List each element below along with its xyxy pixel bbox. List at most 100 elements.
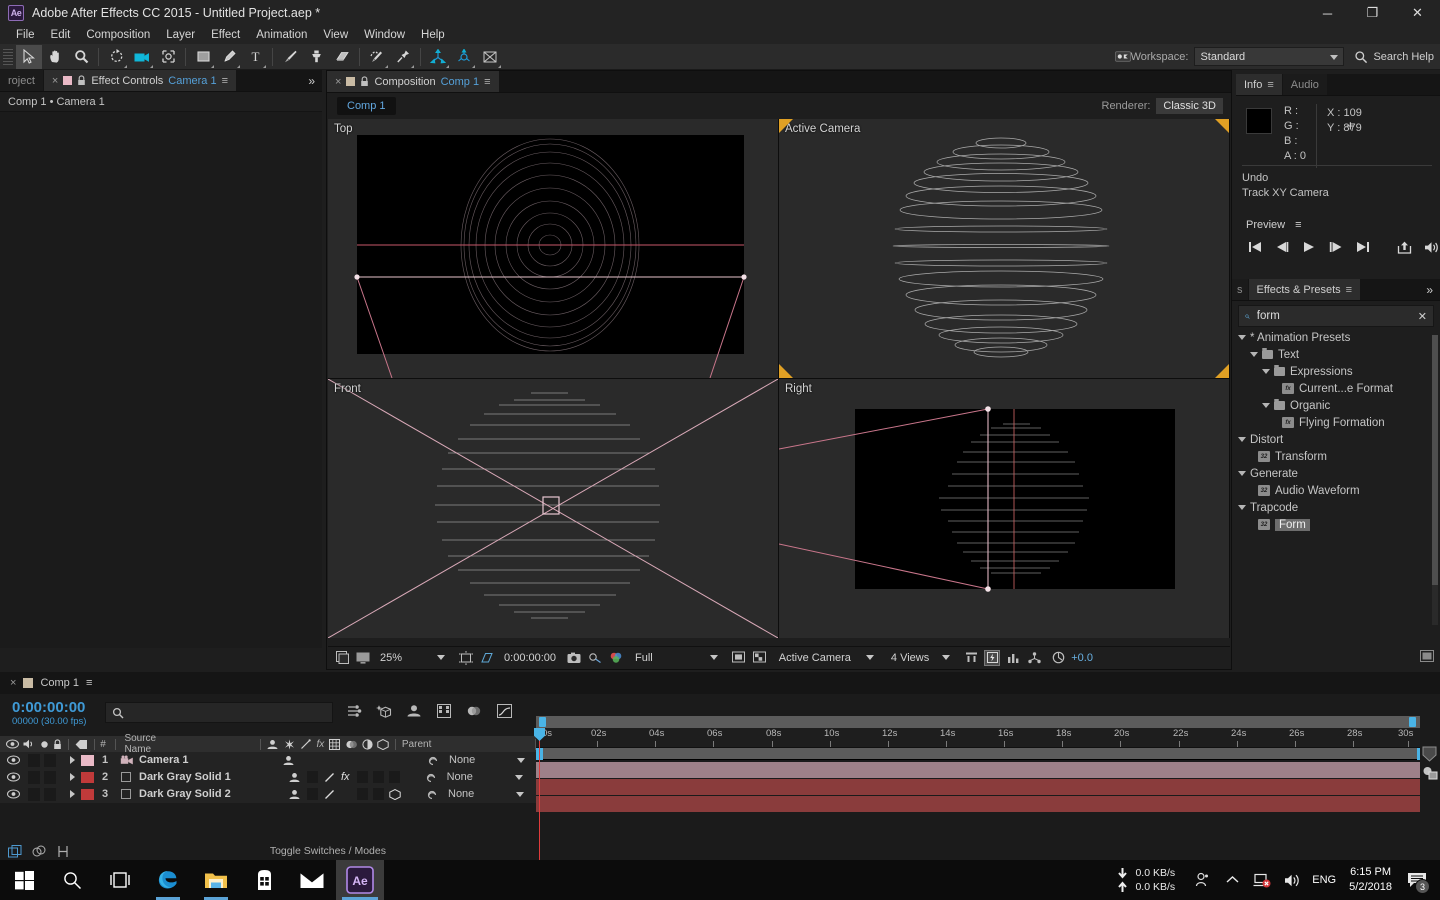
menu-layer[interactable]: Layer (158, 28, 203, 42)
parent-chevron-down-icon[interactable] (514, 774, 523, 780)
view-layout-value[interactable]: Active Camera (779, 652, 851, 664)
timeline-timecode[interactable]: 0:00:00:00 (12, 699, 86, 716)
clear-search-icon[interactable]: ✕ (1418, 310, 1427, 323)
tab-timeline-label[interactable]: Comp 1 (40, 677, 79, 689)
monitor-icon[interactable] (355, 650, 371, 666)
resolution-chevron-down-icon[interactable] (709, 655, 718, 660)
pen-tool[interactable] (216, 45, 242, 69)
enable-motion-blur-icon[interactable] (465, 702, 483, 720)
3d-layer-cell[interactable] (389, 788, 401, 800)
transparency-grid-icon[interactable] (752, 650, 768, 666)
workspace-select[interactable]: Standard (1194, 47, 1345, 66)
layer-color-swatch[interactable] (81, 754, 94, 766)
unified-camera-tool[interactable] (425, 45, 451, 69)
layer-bar-camera-1[interactable] (536, 762, 1420, 779)
language-indicator[interactable]: ENG (1307, 860, 1341, 900)
frame-blend-cell[interactable] (356, 771, 368, 783)
tree-row-flying-formation[interactable]: fx Flying Formation (1232, 414, 1440, 431)
file-explorer[interactable] (192, 860, 240, 900)
hand-tool[interactable] (42, 45, 68, 69)
brush-tool[interactable] (277, 45, 303, 69)
views-count-value[interactable]: 4 Views (891, 652, 929, 664)
effects-scrollbar[interactable] (1432, 335, 1438, 625)
menu-help[interactable]: Help (413, 28, 453, 42)
after-effects-app[interactable]: Ae (336, 860, 384, 900)
motion-blur-footer-icon[interactable] (32, 845, 46, 858)
shape-tool[interactable] (190, 45, 216, 69)
mask-path-icon[interactable] (479, 650, 495, 666)
tree-row-text[interactable]: Text (1232, 346, 1440, 363)
exposure-value[interactable]: +0.0 (1071, 652, 1093, 664)
column-header-parent[interactable]: Parent (402, 739, 431, 750)
fx-cell[interactable]: fx (341, 771, 350, 783)
comp-marker-icon[interactable] (1422, 746, 1437, 762)
microsoft-store[interactable] (240, 860, 288, 900)
always-preview-icon[interactable] (334, 650, 350, 666)
motion-blur-cell[interactable] (372, 771, 384, 783)
frame-blend-cell[interactable] (357, 788, 368, 800)
menu-file[interactable]: File (8, 28, 43, 42)
tab-project[interactable]: roject (0, 70, 44, 91)
expand-triangle-icon[interactable] (70, 790, 75, 798)
table-row[interactable]: 1 Camera 1 None (0, 752, 536, 769)
orbit-camera-tool[interactable] (451, 45, 477, 69)
render-queue-icon[interactable] (1422, 766, 1438, 781)
exposure-reset-icon[interactable] (1050, 650, 1066, 666)
quality-cell[interactable] (324, 789, 335, 800)
parent-value[interactable]: None (448, 788, 516, 800)
current-time-indicator[interactable] (534, 728, 545, 860)
panel-menu-icon[interactable]: ≡ (86, 677, 92, 689)
people-icon[interactable] (1187, 860, 1217, 900)
renderer-value[interactable]: Classic 3D (1156, 98, 1223, 114)
workspace-toggle-icon[interactable] (1114, 49, 1131, 65)
menu-edit[interactable]: Edit (43, 28, 79, 42)
eraser-tool[interactable] (329, 45, 355, 69)
type-tool[interactable]: T (242, 45, 268, 69)
panel-menu-icon[interactable]: ≡ (1267, 79, 1273, 91)
top-view[interactable]: Top (328, 119, 778, 378)
task-view-button[interactable] (96, 860, 144, 900)
view-layout-chevron-down-icon[interactable] (865, 655, 874, 660)
table-row[interactable]: 2 Dark Gray Solid 1 fx None (0, 769, 536, 786)
close-icon[interactable]: × (335, 76, 341, 88)
hide-shy-layers-icon[interactable] (405, 702, 423, 720)
draft-3d-icon[interactable] (375, 702, 393, 720)
layer-name[interactable]: Camera 1 (139, 754, 282, 766)
expand-triangle-icon[interactable] (70, 773, 75, 781)
navigator-left-handle[interactable] (539, 717, 546, 727)
search-input[interactable] (1256, 310, 1411, 322)
network-speed-widget[interactable]: 0.0 KB/s 0.0 KB/s (1116, 866, 1175, 894)
panel-resize-icon[interactable] (1420, 650, 1434, 662)
shy-cell[interactable] (288, 789, 301, 800)
clock-widget[interactable]: 6:15 PM 5/2/2018 (1341, 865, 1400, 895)
enable-frame-blending-icon[interactable] (435, 702, 453, 720)
timeline-chart-icon[interactable] (1005, 650, 1021, 666)
time-ruler[interactable]: 0s 02s 04s 06s 08s 10s 12s 14s 16s 18s 2… (536, 728, 1420, 748)
menu-animation[interactable]: Animation (248, 28, 315, 42)
tab-composition[interactable]: × Composition Comp 1 ≡ (327, 71, 500, 92)
selection-tool[interactable] (16, 44, 42, 69)
table-row[interactable]: 3 Dark Gray Solid 2 None (0, 786, 536, 803)
tab-effects-presets[interactable]: Effects & Presets ≡ (1248, 279, 1362, 300)
zoom-chevron-down-icon[interactable] (437, 655, 446, 660)
effects-search-box[interactable]: ✕ (1238, 305, 1434, 327)
pan-camera-tool[interactable] (477, 45, 503, 69)
first-frame-icon[interactable] (1246, 238, 1263, 256)
edge-browser[interactable] (144, 860, 192, 900)
navigator-right-handle[interactable] (1409, 717, 1416, 727)
next-frame-icon[interactable] (1327, 238, 1344, 256)
layer-color-swatch[interactable] (81, 788, 94, 800)
solo-cell[interactable] (28, 770, 40, 784)
solo-cell[interactable] (28, 753, 40, 767)
camera-tool[interactable] (129, 45, 155, 69)
lock-cell[interactable] (44, 770, 56, 784)
lock-cell[interactable] (44, 753, 56, 767)
pan-behind-tool[interactable] (155, 45, 181, 69)
volume-icon[interactable] (1277, 860, 1307, 900)
frame-blending-footer-icon[interactable] (8, 844, 22, 858)
zoom-level[interactable]: 25% (380, 652, 402, 664)
parent-pickwhip-icon[interactable] (426, 788, 438, 800)
close-icon[interactable]: × (10, 677, 16, 689)
toggle-switches-modes-button[interactable]: Toggle Switches / Modes (270, 845, 386, 857)
resolution-value[interactable]: Full (635, 652, 653, 664)
